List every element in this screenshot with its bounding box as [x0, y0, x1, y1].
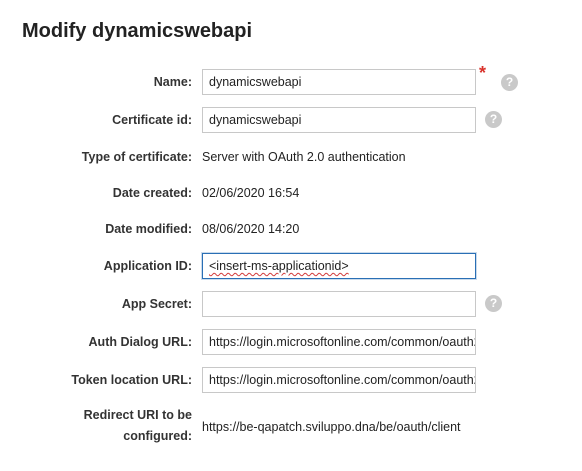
name-input[interactable]: dynamicswebapi [202, 69, 476, 95]
help-icon[interactable]: ? [485, 295, 502, 312]
date-modified-row: Date modified: 08/06/2020 14:20 [0, 216, 582, 242]
date-created-row: Date created: 02/06/2020 16:54 [0, 180, 582, 206]
redirect-uri-label-line2: configured: [123, 429, 192, 443]
help-icon[interactable]: ? [485, 111, 502, 128]
auth-dialog-url-label: Auth Dialog URL: [88, 335, 192, 349]
help-icon[interactable]: ? [501, 74, 518, 91]
app-secret-row: App Secret: ? [0, 291, 582, 317]
name-label: Name: [153, 75, 192, 89]
date-modified-label: Date modified: [105, 222, 192, 236]
application-id-input[interactable]: <insert-ms-applicationid> [202, 253, 476, 279]
certificate-id-row: Certificate id: dynamicswebapi ? [0, 107, 582, 133]
auth-dialog-url-row: Auth Dialog URL: https://login.microsoft… [0, 329, 582, 355]
redirect-uri-row: Redirect URI to be configured: https://b… [0, 405, 582, 449]
auth-dialog-url-input[interactable]: https://login.microsoftonline.com/common… [202, 329, 476, 355]
application-id-label: Application ID: [103, 259, 192, 273]
required-asterisk: * [479, 63, 487, 83]
app-secret-label: App Secret: [121, 297, 192, 311]
page-title: Modify dynamicswebapi [22, 20, 253, 42]
certificate-id-input[interactable]: dynamicswebapi [202, 107, 476, 133]
redirect-uri-value: https://be-qapatch.sviluppo.dna/be/oauth… [202, 420, 461, 434]
type-of-certificate-row: Type of certificate: Server with OAuth 2… [0, 144, 582, 170]
app-secret-input[interactable] [202, 291, 476, 317]
token-location-url-input[interactable]: https://login.microsoftonline.com/common… [202, 367, 476, 393]
application-id-value: <insert-ms-applicationid> [209, 259, 349, 273]
certificate-id-label: Certificate id: [112, 113, 192, 127]
token-location-url-label: Token location URL: [71, 373, 192, 387]
date-created-label: Date created: [112, 186, 192, 200]
date-modified-value: 08/06/2020 14:20 [202, 222, 300, 236]
redirect-uri-label-line1: Redirect URI to be [83, 408, 192, 422]
application-id-row: Application ID: <insert-ms-applicationid… [0, 253, 582, 279]
date-created-value: 02/06/2020 16:54 [202, 186, 300, 200]
redirect-uri-label: Redirect URI to be configured: [84, 405, 192, 449]
type-of-certificate-label: Type of certificate: [81, 150, 192, 164]
token-location-url-row: Token location URL: https://login.micros… [0, 367, 582, 393]
type-of-certificate-value: Server with OAuth 2.0 authentication [202, 150, 406, 164]
name-row: Name: dynamicswebapi * ? [0, 63, 582, 95]
